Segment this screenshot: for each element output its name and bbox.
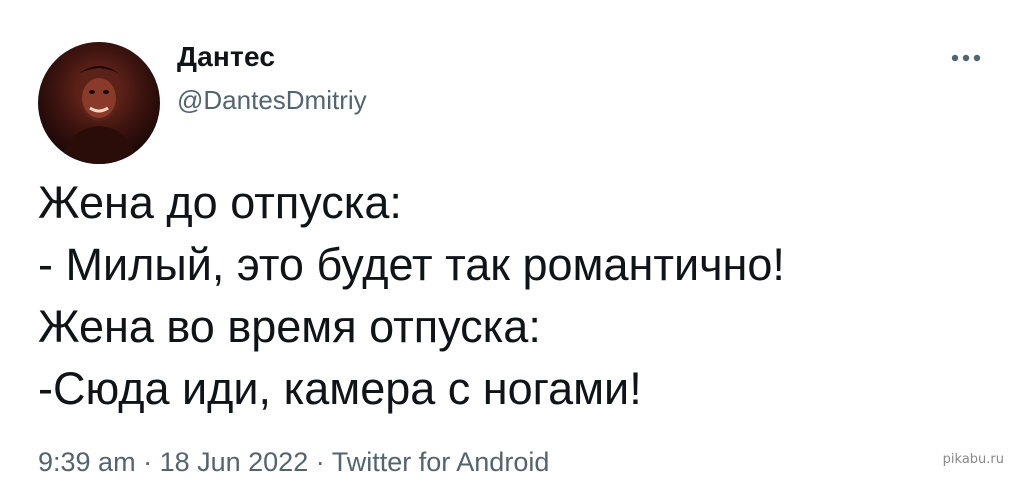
tweet-meta: 9:39 am · 18 Jun 2022 · Twitter for Andr…	[38, 444, 549, 480]
tweet-text-line: -Сюда иди, камера с ногами!	[38, 363, 642, 414]
more-options-button[interactable]	[940, 38, 992, 78]
avatar[interactable]	[38, 42, 160, 164]
tweet-time[interactable]: 9:39 am	[38, 447, 136, 477]
tweet-text-line: - Милый, это будет так романтично!	[38, 239, 785, 290]
author-handle[interactable]: @DantesDmitriy	[177, 84, 367, 116]
more-horizontal-icon	[951, 54, 981, 62]
watermark: pikabu.ru	[942, 452, 1004, 467]
meta-separator: ·	[315, 447, 332, 477]
tweet-text-line: Жена во время отпуска:	[38, 301, 541, 352]
avatar-portrait-image	[60, 66, 138, 164]
tweet-text: Жена до отпуска: - Милый, это будет так …	[38, 172, 998, 420]
tweet-text-line: Жена до отпуска:	[38, 177, 402, 228]
author-block: Дантес @DantesDmitriy	[177, 40, 367, 116]
tweet-source[interactable]: Twitter for Android	[332, 447, 550, 477]
tweet-card: Дантес @DantesDmitriy Жена до отпуска: -…	[0, 0, 1024, 499]
author-display-name[interactable]: Дантес	[177, 40, 367, 74]
tweet-date[interactable]: 18 Jun 2022	[160, 447, 309, 477]
meta-separator: ·	[143, 447, 160, 477]
